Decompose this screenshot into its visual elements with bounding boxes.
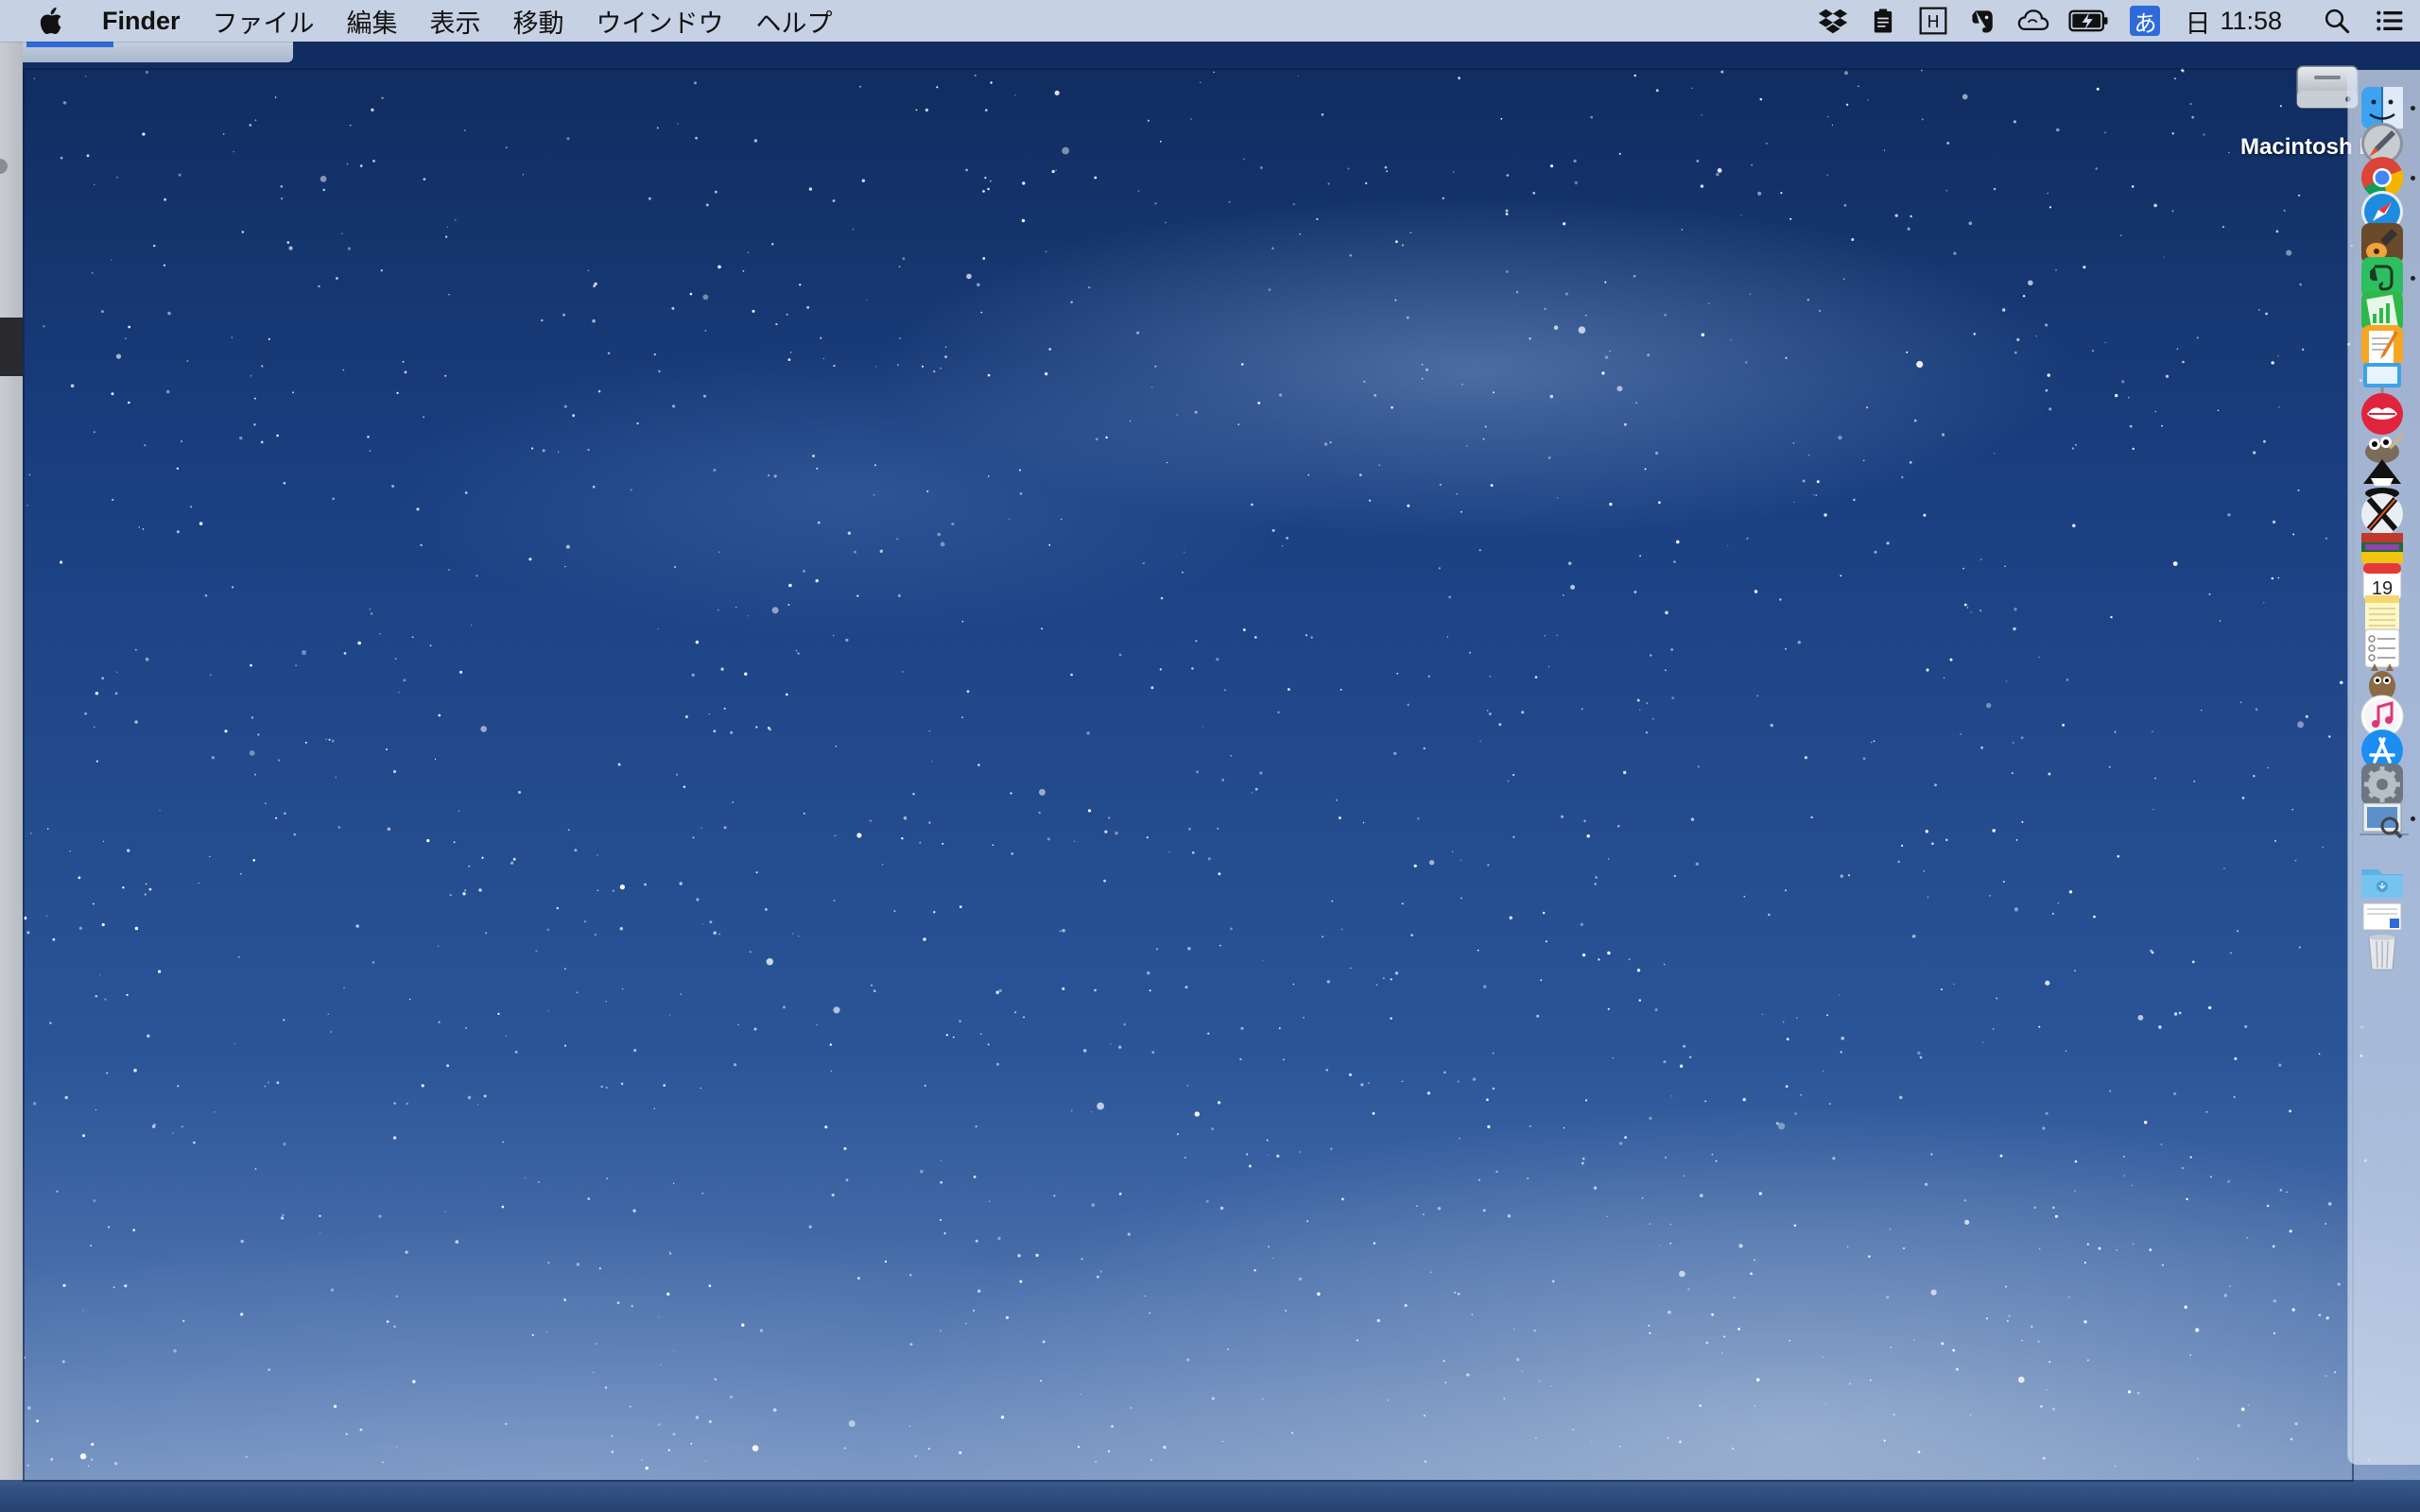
input-method-label: あ: [2130, 6, 2161, 37]
dock-separator: [2360, 833, 2409, 835]
background-window-tab[interactable]: [23, 42, 293, 62]
menu-file[interactable]: ファイル: [213, 3, 315, 40]
evernote-icon[interactable]: [1966, 4, 2000, 38]
running-indicator: [2411, 106, 2415, 111]
list-icon[interactable]: [2373, 4, 2407, 38]
menu-help[interactable]: ヘルプ: [756, 3, 833, 40]
input-method-icon[interactable]: あ: [2128, 4, 2162, 38]
running-indicator: [2411, 276, 2415, 281]
menu-go[interactable]: 移動: [513, 3, 564, 40]
clipboard-icon[interactable]: [1866, 4, 1900, 38]
kanji-icon[interactable]: H: [1916, 4, 1950, 38]
dock: 19: [2348, 70, 2420, 1465]
background-window-progress: [26, 42, 113, 47]
menu-app-finder[interactable]: Finder: [102, 7, 181, 36]
menu-window[interactable]: ウインドウ: [596, 3, 724, 40]
battery-icon[interactable]: [2066, 4, 2112, 38]
date-day[interactable]: 日: [2185, 3, 2210, 40]
running-indicator: [2411, 816, 2415, 821]
kanji-label: H: [1927, 13, 1940, 32]
clock[interactable]: 11:58: [2220, 7, 2282, 36]
background-window-panel: [0, 318, 23, 376]
cloud-sync-icon[interactable]: [2016, 4, 2050, 38]
dropbox-icon[interactable]: [1816, 4, 1850, 38]
running-indicator: [2411, 176, 2415, 180]
trash-icon: [2358, 926, 2407, 975]
menu-view[interactable]: 表示: [430, 3, 481, 40]
background-window-edge[interactable]: [0, 42, 23, 1512]
menu-edit[interactable]: 編集: [347, 3, 398, 40]
starfield: [24, 68, 2371, 1470]
window-control[interactable]: [0, 159, 8, 174]
search-icon[interactable]: [2320, 4, 2354, 38]
dock-item-preview[interactable]: [2358, 794, 2407, 843]
apple-icon[interactable]: [38, 5, 66, 37]
menu-bar: Finder ファイル 編集 表示 移動 ウインドウ ヘルプ H あ 日 11:…: [0, 0, 2420, 42]
dock-item-trash[interactable]: [2358, 926, 2407, 975]
screen-bottom-edge: [0, 1480, 2420, 1512]
preview-icon: [2358, 794, 2407, 843]
